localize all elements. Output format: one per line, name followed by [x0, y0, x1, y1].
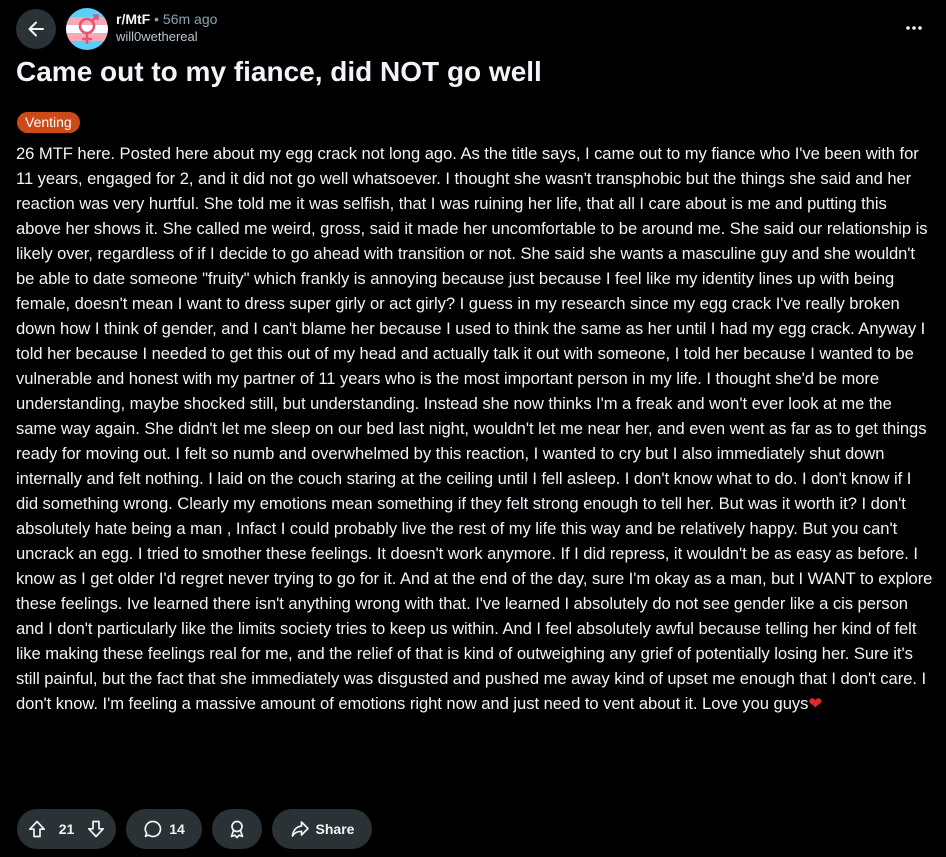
award-button[interactable] — [212, 809, 262, 849]
comments-button[interactable]: 14 — [126, 809, 202, 849]
author-username[interactable]: will0wethereal — [116, 28, 217, 46]
more-horizontal-icon — [906, 26, 922, 30]
share-arrow-icon — [291, 821, 309, 837]
post-body: 26 MTF here. Posted here about my egg cr… — [16, 141, 934, 716]
award-icon — [230, 820, 244, 839]
upvote-arrow-icon — [28, 820, 46, 838]
post-time: 56m ago — [162, 11, 218, 27]
subreddit-avatar[interactable] — [66, 8, 108, 50]
meta-separator: • — [154, 11, 160, 27]
post-title: Came out to my fiance, did NOT go well — [16, 56, 542, 87]
share-button[interactable]: Share — [272, 809, 372, 849]
arrow-left-icon — [28, 21, 44, 37]
comment-count: 14 — [169, 821, 185, 837]
comment-bubble-icon — [144, 820, 162, 838]
downvote-arrow-icon — [87, 820, 105, 838]
transgender-flag-icon — [66, 8, 108, 50]
share-label: Share — [315, 821, 355, 837]
meta-line: r/MtF • 56m ago — [116, 10, 217, 28]
post-flair[interactable]: Venting — [17, 112, 80, 133]
back-button[interactable] — [16, 9, 56, 49]
upvote-button[interactable] — [25, 817, 49, 841]
subreddit-link[interactable]: r/MtF — [116, 11, 150, 27]
vote-control: 21 — [17, 809, 116, 849]
more-options-button[interactable] — [900, 14, 928, 42]
heart-emoji: ❤ — [808, 694, 823, 713]
post-header: r/MtF • 56m ago will0wethereal — [16, 8, 930, 50]
post-body-text: 26 MTF here. Posted here about my egg cr… — [16, 144, 933, 713]
post-action-bar: 21 14 Share — [17, 809, 372, 849]
downvote-button[interactable] — [84, 817, 108, 841]
vote-count: 21 — [58, 821, 75, 837]
post-meta: r/MtF • 56m ago will0wethereal — [116, 10, 217, 46]
